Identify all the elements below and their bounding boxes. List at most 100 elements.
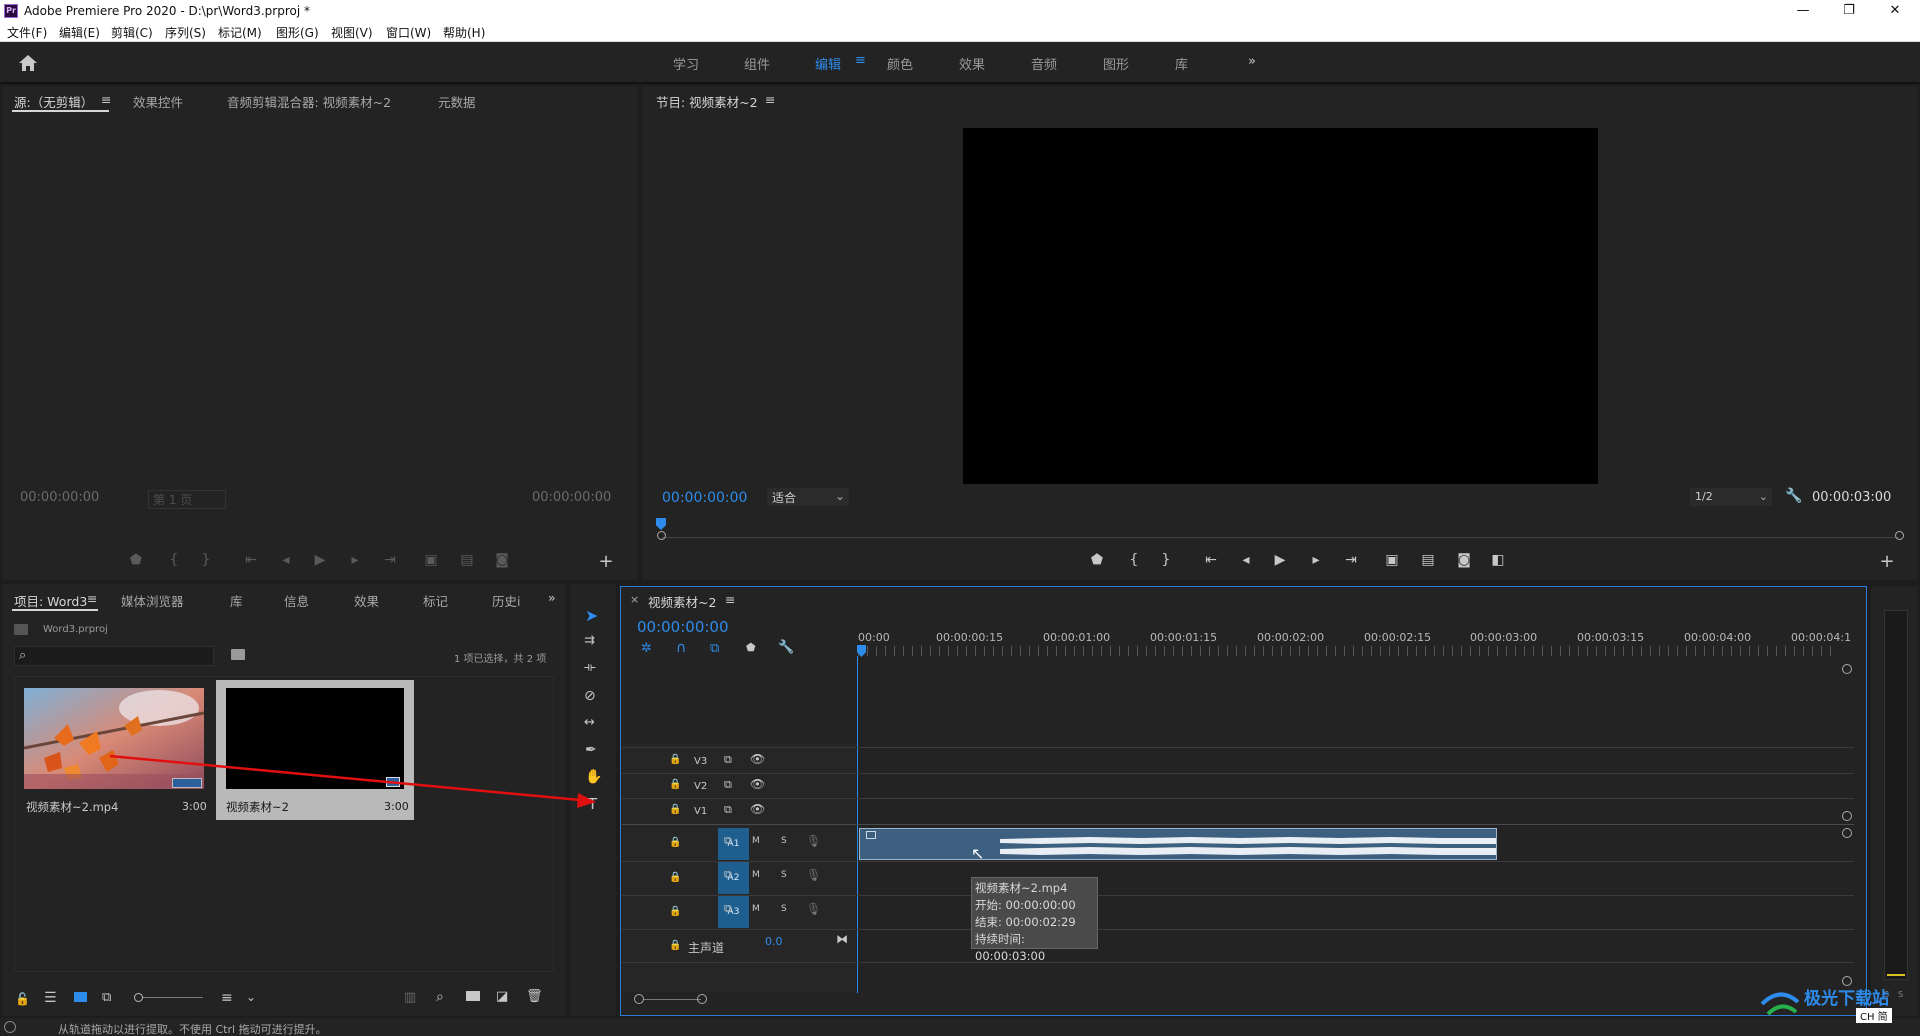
solo-button[interactable]: S	[781, 836, 787, 846]
program-timecode[interactable]: 00:00:00:00	[662, 490, 747, 506]
type-tool-icon[interactable]: T	[588, 795, 597, 813]
tab-libraries[interactable]: 库	[230, 591, 243, 610]
mute-button[interactable]: M	[752, 870, 760, 880]
program-title[interactable]: 节目: 视频素材~2	[656, 92, 758, 111]
menu-window[interactable]: 窗口(W)	[386, 24, 431, 41]
source-page-select[interactable]: 第 1 页	[148, 490, 226, 509]
new-bin-icon[interactable]	[466, 991, 480, 1001]
new-item-icon[interactable]: ◪	[496, 989, 508, 1004]
source-timecode[interactable]: 00:00:00:00	[20, 490, 99, 505]
sequence-tab[interactable]: 视频素材~2	[648, 592, 716, 611]
close-sequence-icon[interactable]: ×	[630, 593, 639, 606]
track-a1-target[interactable]: A1	[718, 828, 749, 860]
lock-icon[interactable]: 🔒	[669, 872, 681, 883]
microphone-icon[interactable]: 🎙	[806, 834, 821, 848]
comparison-view-icon[interactable]: ◧	[1488, 552, 1508, 568]
tab-metadata[interactable]: 元数据	[438, 92, 476, 111]
tab-effect-controls[interactable]: 效果控件	[133, 92, 183, 111]
step-forward-icon[interactable]: ▸	[1306, 552, 1326, 568]
lock-icon[interactable]: 🔓	[15, 992, 30, 1006]
ripple-edit-tool-icon[interactable]: ⟛	[584, 660, 596, 675]
program-time-ruler[interactable]	[662, 528, 1899, 538]
timeline-timecode[interactable]: 00:00:00:00	[637, 618, 729, 636]
menu-edit[interactable]: 编辑(E)	[59, 24, 100, 41]
add-button-icon[interactable]: +	[596, 551, 616, 572]
master-volume-value[interactable]: 0.0	[765, 935, 783, 948]
slip-tool-icon[interactable]: ↔	[584, 715, 595, 730]
track-a2-target[interactable]: A2	[718, 862, 749, 894]
menu-file[interactable]: 文件(F)	[7, 24, 47, 41]
selection-tool-icon[interactable]: ➤	[585, 606, 598, 625]
razor-tool-icon[interactable]: ⊘	[584, 688, 596, 704]
step-forward-icon[interactable]: ▸	[345, 552, 365, 568]
workspace-color[interactable]: 颜色	[887, 54, 913, 73]
menu-clip[interactable]: 剪辑(C)	[111, 24, 153, 41]
mark-out-icon[interactable]: }	[1156, 552, 1176, 568]
go-to-out-icon[interactable]: ⇥	[380, 552, 400, 568]
track-select-tool-icon[interactable]: ⇉	[584, 633, 595, 648]
tab-audio-clip-mixer[interactable]: 音频剪辑混合器: 视频素材~2	[227, 92, 391, 111]
menu-help[interactable]: 帮助(H)	[443, 24, 485, 41]
mute-button[interactable]: M	[752, 904, 760, 914]
add-marker-icon[interactable]: ⬟	[1087, 552, 1107, 568]
list-view-icon[interactable]: ☰	[44, 990, 57, 1006]
more-tabs-icon[interactable]: »	[548, 590, 556, 605]
zoom-handle-left[interactable]	[657, 531, 666, 540]
workspace-editing[interactable]: 编辑	[815, 54, 841, 73]
wrench-icon[interactable]: 🔧	[1785, 488, 1802, 504]
export-frame-icon[interactable]: ◙	[1454, 552, 1474, 568]
video-scroll-handle[interactable]	[1842, 664, 1852, 674]
lock-icon[interactable]: 🔒	[669, 940, 681, 951]
minimize-button[interactable]: —	[1780, 0, 1826, 22]
timeline-ruler-ticks[interactable]	[858, 646, 1838, 656]
lock-icon[interactable]: 🔒	[669, 754, 681, 765]
add-button-icon[interactable]: +	[1877, 551, 1897, 572]
tab-markers[interactable]: 标记	[423, 591, 448, 610]
workspace-effects[interactable]: 效果	[959, 54, 985, 73]
lock-icon[interactable]: 🔒	[669, 804, 681, 815]
hand-tool-icon[interactable]: ✋	[585, 769, 602, 785]
tab-effects[interactable]: 效果	[354, 591, 379, 610]
add-marker-icon[interactable]: ⬟	[126, 552, 146, 568]
insert-icon[interactable]: ▣	[421, 552, 441, 568]
zoom-slider-track[interactable]	[143, 997, 203, 998]
sync-lock-icon[interactable]: ⧉	[724, 834, 732, 848]
menu-view[interactable]: 视图(V)	[331, 24, 373, 41]
freeform-view-icon[interactable]: ⧉	[102, 990, 111, 1005]
mark-in-icon[interactable]: {	[164, 552, 184, 568]
project-menu-icon[interactable]: ≡	[87, 591, 97, 606]
workspace-menu-icon[interactable]: ≡	[855, 53, 866, 68]
export-frame-icon[interactable]: ◙	[492, 552, 512, 568]
go-to-out-icon[interactable]: ⇥	[1341, 552, 1361, 568]
menu-marker[interactable]: 标记(M)	[218, 24, 262, 41]
lock-icon[interactable]: 🔒	[669, 837, 681, 848]
track-a3-target[interactable]: A3	[718, 896, 749, 928]
zoom-slider-handle[interactable]	[134, 993, 143, 1002]
icon-view-icon[interactable]	[74, 992, 87, 1002]
tab-media-browser[interactable]: 媒体浏览器	[121, 591, 184, 610]
close-button[interactable]: ✕	[1872, 0, 1918, 22]
source-tab-menu-icon[interactable]: ≡	[101, 92, 111, 107]
audio-scroll-handle[interactable]	[1842, 828, 1852, 838]
chevron-down-icon[interactable]: ⌄	[246, 990, 256, 1004]
linked-selection-icon[interactable]: ⧉	[710, 641, 719, 656]
workspace-graphics[interactable]: 图形	[1103, 54, 1129, 73]
eye-icon[interactable]: 👁	[750, 777, 765, 791]
tab-project[interactable]: 项目: Word3	[14, 591, 87, 610]
step-back-icon[interactable]: ◂	[276, 552, 296, 568]
zoom-scrollbar[interactable]	[644, 999, 701, 1000]
tab-history[interactable]: 历史i	[492, 591, 520, 610]
add-marker-icon[interactable]: ⬟	[746, 641, 756, 654]
sync-lock-icon[interactable]: ⧉	[724, 902, 732, 916]
sync-lock-icon[interactable]: ⧉	[724, 778, 732, 792]
lock-icon[interactable]: 🔒	[669, 906, 681, 917]
sync-lock-icon[interactable]: ⧉	[724, 868, 732, 882]
program-menu-icon[interactable]: ≡	[765, 92, 775, 107]
microphone-icon[interactable]: 🎙	[806, 902, 821, 916]
go-to-in-icon[interactable]: ⇤	[241, 552, 261, 568]
find-icon[interactable]: ⌕	[436, 989, 444, 1005]
zoom-handle-right[interactable]	[697, 994, 707, 1004]
extract-icon[interactable]: ▤	[1418, 552, 1438, 568]
restore-button[interactable]: ❐	[1826, 0, 1872, 22]
project-item-clip[interactable]: 视频素材~2.mp4 3:00	[18, 680, 212, 820]
